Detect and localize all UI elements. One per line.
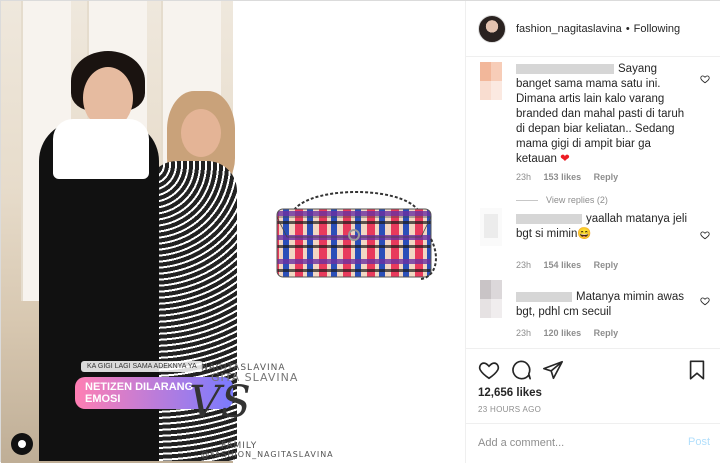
story-avatar-icon[interactable] <box>11 433 33 455</box>
redacted-username <box>516 291 572 302</box>
comment-likes[interactable]: 154 likes <box>544 260 582 270</box>
heart-emoji: ❤ <box>560 153 570 165</box>
redacted-username <box>516 63 614 74</box>
action-icons <box>478 359 710 383</box>
post-actions: 12,656 likes 23 HOURS AGO Post <box>466 348 720 458</box>
instagram-post-window: KA GIGI LAGI SAMA ADEKNYA YA NETIZEN DIL… <box>0 0 720 463</box>
comment-item: yaallah matanya jeli bgt si mimin😄 23h 1… <box>480 208 716 270</box>
like-heart-icon[interactable] <box>478 359 500 381</box>
comment-likes[interactable]: 153 likes <box>544 172 582 182</box>
comment-meta: 23h 154 likes Reply <box>516 260 628 270</box>
commenter-avatar[interactable] <box>480 62 502 100</box>
profile-avatar[interactable] <box>478 14 506 43</box>
watermark-handle: @FASHION_NAGITASLAVINA <box>201 450 334 459</box>
redacted-username <box>516 213 582 224</box>
post-media[interactable]: KA GIGI LAGI SAMA ADEKNYA YA NETIZEN DIL… <box>1 1 465 463</box>
comment-time: 23h <box>516 172 532 182</box>
watermark-logo: VS <box>189 377 251 428</box>
comment-time: 23h <box>516 260 532 270</box>
share-paper-plane-icon[interactable] <box>542 359 564 381</box>
post-header: fashion_nagitaslavina • Following <box>466 1 720 57</box>
comment-item: Sayang banget sama mama satu ini. Dimana… <box>480 62 716 182</box>
save-bookmark-icon[interactable] <box>686 359 708 381</box>
reply-button[interactable]: Reply <box>594 260 619 270</box>
comment-time: 23h <box>516 328 532 338</box>
header-separator: • <box>625 22 630 35</box>
comment-emoji: 😄 <box>577 228 592 240</box>
post-side-panel: fashion_nagitaslavina • Following Sayang… <box>465 1 720 463</box>
profile-username[interactable]: fashion_nagitaslavina <box>516 23 622 35</box>
view-replies-button[interactable]: View replies (2) <box>516 195 608 205</box>
like-comment-heart-icon[interactable] <box>700 230 710 240</box>
comment-body: Sayang banget sama mama satu ini. Dimana… <box>516 62 692 167</box>
reply-button[interactable]: Reply <box>594 172 619 182</box>
following-button[interactable]: Following <box>634 23 680 35</box>
comment-item: Matanya mimin awas bgt, pdhl cm secuil 2… <box>480 280 716 344</box>
person-face <box>181 109 221 157</box>
post-like-count[interactable]: 12,656 likes <box>478 387 542 399</box>
commenter-avatar[interactable] <box>480 208 502 246</box>
comment-bubble-icon[interactable] <box>510 359 532 381</box>
like-comment-heart-icon[interactable] <box>700 74 710 84</box>
add-comment-input[interactable] <box>478 434 668 452</box>
like-comment-heart-icon[interactable] <box>700 296 710 306</box>
comment-list: Sayang banget sama mama satu ini. Dimana… <box>466 58 720 348</box>
person-white-shirt <box>53 119 149 179</box>
comment-composer: Post <box>466 423 720 463</box>
commenter-avatar[interactable] <box>480 280 502 318</box>
comment-meta: 23h 120 likes Reply <box>516 328 628 338</box>
comment-text: Sayang banget sama mama satu ini. Dimana… <box>516 63 685 165</box>
post-timestamp[interactable]: 23 HOURS AGO <box>478 405 541 414</box>
comment-meta: 23h 153 likes Reply <box>516 172 628 182</box>
comment-likes[interactable]: 120 likes <box>544 328 582 338</box>
handbag-image <box>276 191 437 280</box>
reply-button[interactable]: Reply <box>594 328 619 338</box>
comment-body: yaallah matanya jeli bgt si mimin😄 <box>516 212 692 242</box>
post-comment-button[interactable]: Post <box>688 436 710 448</box>
watermark: NAGITASLAVINA GITA SLAVINA VS FAMILY @FA… <box>181 361 333 461</box>
comment-body: Matanya mimin awas bgt, pdhl cm secuil <box>516 290 692 320</box>
